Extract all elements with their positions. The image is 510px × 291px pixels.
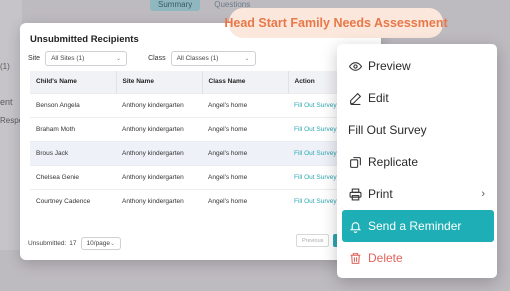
unsubmitted-count: 17 — [69, 240, 77, 247]
chevron-right-icon: › — [481, 188, 485, 200]
site-filter-label: Site — [28, 55, 41, 62]
class-filter-select[interactable]: All Classes (1) ⌄ — [170, 51, 256, 66]
chevron-down-icon: ⌄ — [116, 56, 122, 62]
background-sidebar — [0, 0, 22, 250]
page-size-select[interactable]: 10/page ⌄ — [80, 237, 121, 250]
table-row: Braham Moth Anthony kindergarten Angel's… — [30, 116, 370, 141]
menu-item-label: Edit — [368, 91, 389, 105]
child-name-cell: Benson Angela — [30, 92, 116, 117]
printer-icon — [348, 187, 362, 201]
trash-icon — [348, 251, 362, 265]
menu-item-label: Preview — [368, 59, 411, 73]
menu-item-label: Fill Out Survey — [348, 123, 427, 137]
recipients-table: Child's Name Site Name Class Name Action… — [30, 71, 370, 213]
menu-item-label: Send a Reminder — [368, 219, 462, 233]
table-row: Benson Angela Anthony kindergarten Angel… — [30, 92, 370, 117]
previous-page-button[interactable]: Previous — [296, 234, 330, 247]
chevron-down-icon: ⌄ — [110, 241, 116, 247]
background-fragment: (1) — [0, 62, 10, 71]
class-name-cell: Angel's home — [202, 140, 288, 165]
survey-actions-menu: Preview Edit Fill Out Survey Replicate P… — [337, 44, 497, 278]
class-name-cell: Angel's home — [202, 92, 288, 117]
table-row: Courtney Cadence Anthony kindergarten An… — [30, 188, 370, 213]
menu-item-send-reminder[interactable]: Send a Reminder — [342, 210, 494, 242]
column-header-site-name: Site Name — [116, 71, 203, 93]
menu-item-label: Print — [368, 187, 393, 201]
page-size-value: 10/page — [86, 240, 111, 247]
column-header-child-name: Child's Name — [30, 71, 117, 93]
filter-bar: Site All Sites (1) ⌄ Class All Classes (… — [28, 51, 256, 66]
class-filter-label: Class — [148, 55, 166, 62]
menu-item-edit[interactable]: Edit — [337, 82, 497, 114]
child-name-cell: Chelsea Genie — [30, 164, 116, 189]
chevron-down-icon: ⌄ — [244, 56, 250, 62]
background-fragment: ent — [0, 97, 13, 107]
site-name-cell: Anthony kindergarten — [116, 116, 202, 141]
menu-item-label: Replicate — [368, 155, 419, 169]
table-row: Brous Jack Anthony kindergarten Angel's … — [30, 140, 370, 165]
site-filter-value: All Sites (1) — [51, 55, 85, 62]
pagination-summary: Unsubmitted: 17 10/page ⌄ — [28, 237, 121, 250]
dialog-title: Unsubmitted Recipients — [30, 34, 139, 45]
pencil-icon — [348, 91, 362, 105]
unsubmitted-label: Unsubmitted: — [28, 240, 67, 247]
site-name-cell: Anthony kindergarten — [116, 92, 202, 117]
table-header-row: Child's Name Site Name Class Name Action — [30, 71, 370, 93]
child-name-cell: Courtney Cadence — [30, 188, 116, 213]
menu-item-delete[interactable]: Delete — [337, 242, 497, 274]
survey-title-pill: Head Start Family Needs Assessment — [224, 8, 448, 38]
menu-item-preview[interactable]: Preview — [337, 50, 497, 82]
site-name-cell: Anthony kindergarten — [116, 164, 202, 189]
menu-item-fill-out-survey[interactable]: Fill Out Survey — [337, 114, 497, 146]
class-name-cell: Angel's home — [202, 188, 288, 213]
unsubmitted-recipients-dialog: Unsubmitted Recipients Site All Sites (1… — [20, 23, 381, 260]
eye-icon — [348, 59, 362, 73]
child-name-cell: Braham Moth — [30, 116, 116, 141]
copy-icon — [348, 155, 362, 169]
menu-item-label: Delete — [368, 251, 403, 265]
bell-icon — [348, 219, 362, 233]
tab-summary[interactable]: Summary — [150, 0, 201, 11]
site-name-cell: Anthony kindergarten — [116, 188, 202, 213]
class-filter-value: All Classes (1) — [176, 55, 219, 62]
table-row: Chelsea Genie Anthony kindergarten Angel… — [30, 164, 370, 189]
menu-item-replicate[interactable]: Replicate — [337, 146, 497, 178]
menu-item-print[interactable]: Print › — [337, 178, 497, 210]
class-name-cell: Angel's home — [202, 116, 288, 141]
site-filter-select[interactable]: All Sites (1) ⌄ — [45, 51, 128, 66]
site-name-cell: Anthony kindergarten — [116, 140, 202, 165]
class-name-cell: Angel's home — [202, 164, 288, 189]
child-name-cell: Brous Jack — [30, 140, 116, 165]
column-header-class-name: Class Name — [202, 71, 289, 93]
